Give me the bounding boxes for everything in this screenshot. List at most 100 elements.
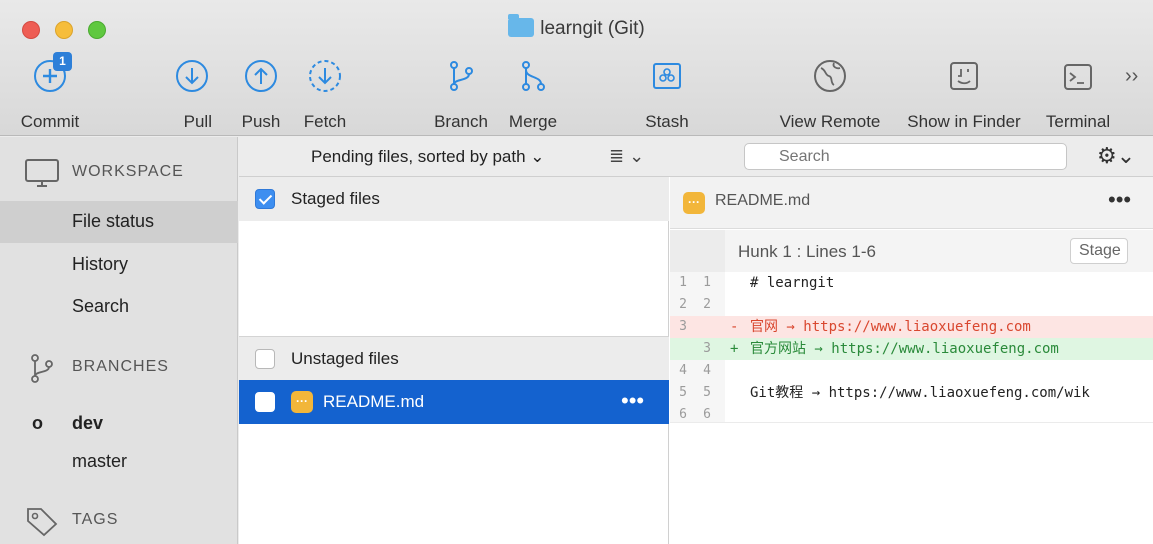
- push-label: Push: [241, 112, 281, 131]
- commit-label: Commit: [20, 112, 80, 131]
- fetch-label: Fetch: [303, 112, 347, 131]
- view-remote-button[interactable]: View Remote: [770, 58, 890, 134]
- diff-prefix: +: [730, 341, 739, 357]
- branches-header: BRANCHES: [72, 358, 169, 375]
- branch-icon: [443, 58, 479, 94]
- diff-line-context[interactable]: 5 5 Git教程 → https://www.liaoxuefeng.com/wi…: [670, 382, 1153, 404]
- workspace-header: WORKSPACE: [72, 163, 184, 180]
- stash-button[interactable]: Stash: [632, 58, 702, 134]
- sidebar-item-history[interactable]: History: [0, 244, 238, 286]
- commit-icon: 1: [32, 52, 72, 94]
- main-panel: Pending files, sorted by path ⌄ ≣ ⌄ ⚙⌄ S…: [239, 137, 1153, 544]
- push-icon: [243, 58, 279, 94]
- sidebar-section-tags[interactable]: TAGS: [0, 501, 238, 541]
- line-code: # learngit: [750, 275, 835, 291]
- diff-line-context[interactable]: 1 1 # learngit: [670, 272, 1153, 294]
- diff-prefix: -: [730, 319, 739, 335]
- old-line-number: 3: [679, 319, 687, 334]
- file-more-button[interactable]: •••: [621, 388, 644, 414]
- pull-label: Pull: [183, 112, 212, 131]
- show-in-finder-label: Show in Finder: [907, 112, 1021, 131]
- unstaged-files-checkbox[interactable]: [255, 349, 275, 369]
- old-line-number: 1: [679, 275, 687, 290]
- unstaged-files-label: Unstaged files: [291, 349, 399, 368]
- unstaged-files-header: Unstaged files: [239, 336, 669, 380]
- pull-button[interactable]: Pull: [162, 58, 222, 134]
- staged-files-label: Staged files: [291, 189, 380, 208]
- line-code: Git教程 → https://www.liaoxuefeng.com/wik: [750, 385, 1090, 401]
- commit-button[interactable]: 1 Commit: [14, 52, 86, 134]
- new-line-number: 5: [703, 385, 711, 400]
- folder-icon: [508, 14, 535, 37]
- merge-icon: [515, 58, 551, 94]
- new-line-number: 2: [703, 297, 711, 312]
- settings-gear-button[interactable]: ⚙⌄: [1097, 143, 1137, 171]
- stage-hunk-button[interactable]: Stage: [1070, 238, 1128, 264]
- diff-empty-area: [670, 422, 1153, 544]
- branch-icon: [24, 352, 60, 384]
- diff-line-context[interactable]: 44: [670, 360, 1153, 382]
- new-line-number: 3: [703, 341, 711, 356]
- hunk-gutter: [670, 230, 725, 272]
- search-input[interactable]: [744, 143, 1067, 170]
- filter-bar: Pending files, sorted by path ⌄ ≣ ⌄ ⚙⌄: [239, 137, 1153, 177]
- sidebar-section-branches[interactable]: BRANCHES: [0, 348, 238, 388]
- commit-badge: 1: [53, 52, 72, 71]
- sidebar-item-file-status[interactable]: File status: [0, 201, 238, 243]
- file-list-pane: Staged files Unstaged files ··· README.m…: [239, 177, 669, 544]
- sidebar-item-search[interactable]: Search: [0, 286, 238, 328]
- sidebar: WORKSPACE File status History Search BRA…: [0, 137, 238, 544]
- diff-header: ··· README.md •••: [670, 177, 1153, 229]
- terminal-label: Terminal: [1045, 112, 1111, 131]
- line-code: 官方网站 → https://www.liaoxuefeng.com: [750, 341, 1059, 357]
- diff-more-button[interactable]: •••: [1108, 187, 1131, 213]
- window-title-text: learngit (Git): [540, 18, 645, 39]
- sort-dropdown[interactable]: Pending files, sorted by path ⌄: [311, 147, 545, 167]
- new-line-number: 1: [703, 275, 711, 290]
- branch-button[interactable]: Branch: [425, 58, 497, 134]
- modified-file-icon: ···: [683, 192, 705, 214]
- push-button[interactable]: Push: [233, 58, 289, 134]
- diff-line-added[interactable]: 3 + 官方网站 → https://www.liaoxuefeng.com: [670, 338, 1153, 360]
- merge-button[interactable]: Merge: [500, 58, 566, 134]
- terminal-button[interactable]: Terminal: [1036, 58, 1120, 134]
- stash-label: Stash: [645, 112, 689, 131]
- view-mode-dropdown[interactable]: ≣ ⌄: [609, 146, 644, 167]
- pull-icon: [174, 58, 210, 94]
- view-remote-label: View Remote: [779, 112, 881, 131]
- globe-icon: [812, 58, 848, 94]
- stash-icon: [649, 58, 685, 94]
- monitor-icon: [24, 157, 60, 189]
- file-name: README.md: [323, 392, 425, 411]
- old-line-number: 2: [679, 297, 687, 312]
- branch-label: Branch: [434, 112, 488, 131]
- merge-label: Merge: [508, 112, 558, 131]
- diff-pane: ··· README.md ••• Hunk 1 : Lines 1-6 Sta…: [670, 177, 1153, 544]
- app-window: learngit (Git) 1 Commit Pull Push Fetch …: [0, 0, 1153, 544]
- diff-line-context[interactable]: 22: [670, 294, 1153, 316]
- fetch-icon: [307, 58, 343, 94]
- sidebar-item-branch-dev[interactable]: o dev: [0, 403, 238, 445]
- diff-file-name: README.md: [715, 192, 811, 209]
- old-line-number: 4: [679, 363, 687, 378]
- file-row-readme[interactable]: ··· README.md •••: [239, 380, 669, 424]
- show-in-finder-button[interactable]: Show in Finder: [897, 58, 1031, 134]
- old-line-number: 5: [679, 385, 687, 400]
- tag-icon: [24, 505, 60, 537]
- hunk-label: Hunk 1 : Lines 1-6: [738, 242, 876, 261]
- staged-files-checkbox[interactable]: [255, 189, 275, 209]
- staged-files-header: Staged files: [239, 177, 669, 221]
- diff-line-removed[interactable]: 3 - 官网 → https://www.liaoxuefeng.com: [670, 316, 1153, 338]
- line-code: 官网 → https://www.liaoxuefeng.com: [750, 319, 1031, 335]
- current-branch-indicator: o: [32, 413, 43, 433]
- hunk-header: Hunk 1 : Lines 1-6 Stage: [670, 230, 1153, 272]
- sidebar-section-workspace[interactable]: WORKSPACE: [0, 153, 238, 193]
- toolbar-overflow-button[interactable]: ››: [1125, 65, 1138, 88]
- modified-file-icon: ···: [291, 391, 313, 413]
- sidebar-item-branch-master[interactable]: master: [0, 441, 238, 483]
- new-line-number: 4: [703, 363, 711, 378]
- finder-icon: [946, 58, 982, 94]
- fetch-button[interactable]: Fetch: [292, 58, 358, 134]
- tags-header: TAGS: [72, 511, 119, 528]
- file-checkbox[interactable]: [255, 392, 275, 412]
